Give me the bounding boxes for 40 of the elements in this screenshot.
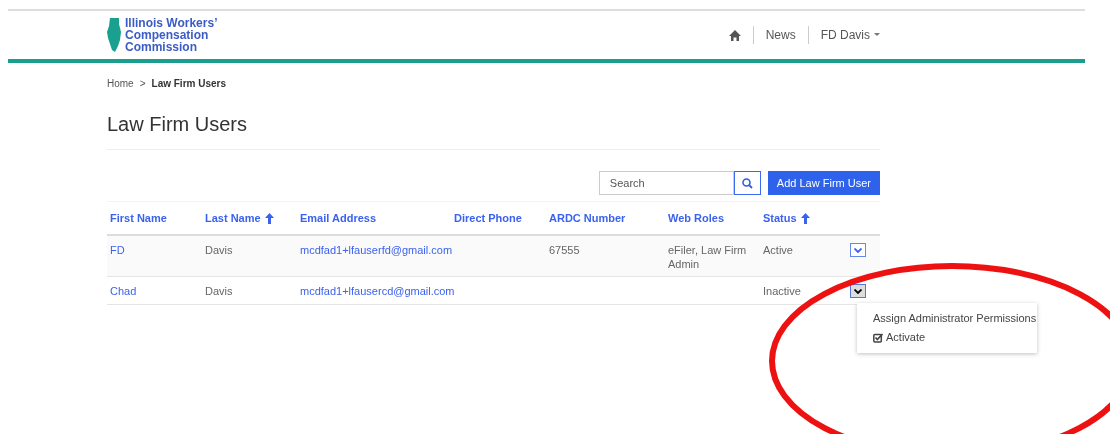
search-button[interactable]	[733, 171, 761, 195]
caret-icon	[874, 33, 880, 37]
column-header[interactable]: Direct Phone	[454, 209, 522, 227]
table-link[interactable]: FD	[110, 244, 125, 256]
table-cell: Davis	[205, 285, 233, 297]
checkbox-icon	[873, 332, 883, 343]
row-menu-button[interactable]	[849, 284, 866, 298]
user-menu[interactable]: FD Davis	[820, 26, 880, 44]
search-icon	[741, 177, 753, 189]
column-header[interactable]: Email Address	[300, 209, 376, 227]
chevron-down-icon	[853, 288, 862, 294]
breadcrumb-item: Law Firm Users	[151, 76, 226, 91]
sort-arrow-icon[interactable]	[264, 212, 274, 224]
add-user-button[interactable]: Add Law Firm User	[767, 171, 880, 195]
table-link[interactable]: mcdfad1+lfausercd@gmail.com	[300, 285, 455, 297]
table-link[interactable]: mcdfad1+lfauserfd@gmail.com	[300, 244, 453, 256]
column-header[interactable]: Last Name	[205, 209, 261, 227]
chevron-down-icon	[853, 247, 862, 253]
illinois-map-icon	[107, 18, 121, 52]
menu-item[interactable]: Activate	[857, 328, 1037, 347]
column-header[interactable]: Web Roles	[668, 209, 725, 227]
column-header[interactable]: ARDC Number	[549, 209, 626, 227]
breadcrumb-separator: >	[139, 76, 146, 91]
menu-item[interactable]: Assign Administrator Permissions	[857, 309, 1037, 328]
table-cell: 67555	[549, 244, 580, 256]
column-header[interactable]: Status	[763, 209, 797, 227]
table-row[interactable]: FD Davis mcdfad1+lfauserfd@gmail.com 67555 eFiler, Law Firm Admin Active	[107, 236, 880, 277]
table-cell: Davis	[205, 244, 233, 256]
column-header[interactable]: First Name	[110, 209, 167, 227]
table-cell: eFiler, Law Firm Admin	[668, 244, 747, 270]
sort-arrow-icon[interactable]	[800, 212, 810, 224]
table-link[interactable]: Chad	[110, 285, 137, 297]
table-cell: Active	[763, 244, 793, 256]
search-field[interactable]: Search	[598, 171, 734, 195]
logo-text[interactable]: Illinois Workers’ Compensation Commission	[125, 17, 255, 53]
table-cell: Inactive	[763, 285, 801, 297]
news-link[interactable]: News	[765, 26, 796, 44]
home-icon[interactable]	[728, 29, 741, 41]
breadcrumb-item[interactable]: Home	[107, 75, 134, 91]
page-title: Law Firm Users	[107, 109, 880, 150]
